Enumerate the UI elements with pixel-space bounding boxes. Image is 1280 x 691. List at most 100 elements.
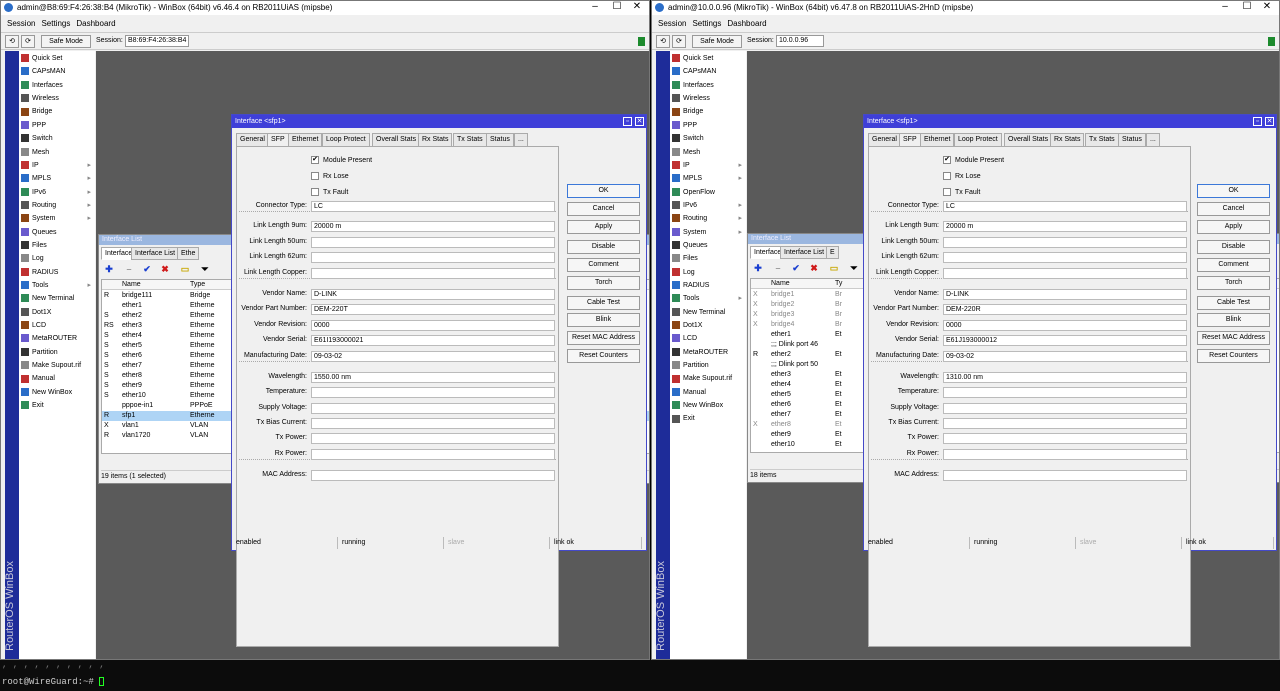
- redo-icon[interactable]: ⟳: [672, 35, 686, 48]
- tab-general[interactable]: General: [236, 133, 269, 147]
- session-field[interactable]: 10.0.0.96: [776, 35, 824, 47]
- checkbox-module-present[interactable]: ✔ Module Present: [311, 156, 372, 164]
- menu-item-system[interactable]: System ▸: [670, 226, 746, 239]
- close-icon[interactable]: ✕: [627, 1, 647, 12]
- tab-overall-stats[interactable]: Overall Stats: [372, 133, 421, 147]
- menu-item-new-winbox[interactable]: New WinBox: [19, 386, 95, 399]
- menu-item-ipv6[interactable]: IPv6 ▸: [19, 186, 95, 199]
- checkbox-rx-lose[interactable]: Rx Lose: [943, 172, 981, 180]
- menu-item-exit[interactable]: Exit: [19, 399, 95, 412]
- menu-item-metarouter[interactable]: MetaROUTER: [19, 332, 95, 345]
- menu-item-make-supout-rif[interactable]: Make Supout.rif: [670, 372, 746, 385]
- menu-dashboard[interactable]: Dashboard: [76, 19, 115, 28]
- menu-item-interfaces[interactable]: Interfaces: [19, 79, 95, 92]
- add-icon[interactable]: ✚: [752, 262, 764, 274]
- apply-button[interactable]: Apply: [567, 220, 640, 234]
- menu-item-files[interactable]: Files: [670, 252, 746, 265]
- menu-item-ipv6[interactable]: IPv6 ▸: [670, 199, 746, 212]
- menu-item-new-winbox[interactable]: New WinBox: [670, 399, 746, 412]
- menu-item-files[interactable]: Files: [19, 239, 95, 252]
- remove-icon[interactable]: –: [123, 263, 135, 275]
- maximize-icon[interactable]: ☐: [607, 1, 627, 12]
- menu-item-mpls[interactable]: MPLS ▸: [670, 172, 746, 185]
- filter-icon[interactable]: ⏷: [199, 263, 211, 275]
- menu-item-ppp[interactable]: PPP: [670, 119, 746, 132]
- tab-e[interactable]: E: [826, 246, 839, 259]
- tab-overall-stats[interactable]: Overall Stats: [1004, 133, 1053, 147]
- menu-item-mesh[interactable]: Mesh: [670, 146, 746, 159]
- tab-status[interactable]: Status: [486, 133, 514, 147]
- disable-icon[interactable]: ✖: [808, 262, 820, 274]
- enable-icon[interactable]: ✔: [141, 263, 153, 275]
- column-name-header[interactable]: Name: [122, 280, 141, 290]
- menu-item-exit[interactable]: Exit: [670, 412, 746, 425]
- restore-icon[interactable]: ▫: [623, 117, 632, 126]
- tab-interface-list[interactable]: Interface List: [131, 247, 180, 260]
- cable-test-button[interactable]: Cable Test: [567, 296, 640, 310]
- tab-loop-protect[interactable]: Loop Protect: [322, 133, 370, 147]
- tab-ethe[interactable]: Ethe: [177, 247, 200, 260]
- dialog-close-icon[interactable]: ✕: [635, 117, 644, 126]
- minimize-icon[interactable]: –: [585, 1, 605, 12]
- menu-item-bridge[interactable]: Bridge: [19, 105, 95, 118]
- menu-item-ppp[interactable]: PPP: [19, 119, 95, 132]
- menu-item-switch[interactable]: Switch: [670, 132, 746, 145]
- menu-item-dot1x[interactable]: Dot1X: [670, 319, 746, 332]
- menu-item-metarouter[interactable]: MetaROUTER: [670, 346, 746, 359]
- tab-rx-stats[interactable]: Rx Stats: [1050, 133, 1085, 147]
- menu-dashboard[interactable]: Dashboard: [727, 19, 766, 28]
- safe-mode-button[interactable]: Safe Mode: [692, 35, 742, 48]
- torch-button[interactable]: Torch: [1197, 276, 1270, 290]
- session-field[interactable]: B8:69:F4:26:38:B4: [125, 35, 189, 47]
- menu-item-dot1x[interactable]: Dot1X: [19, 306, 95, 319]
- tab-interface-list[interactable]: Interface List: [780, 246, 829, 259]
- menu-item-manual[interactable]: Manual: [19, 372, 95, 385]
- menu-item-system[interactable]: System ▸: [19, 212, 95, 225]
- menu-item-bridge[interactable]: Bridge: [670, 105, 746, 118]
- menu-item-capsman[interactable]: CAPsMAN: [19, 65, 95, 78]
- terminal-window[interactable]: , , , , , , , , , , root@WireGuard:~#: [0, 660, 1280, 691]
- reset-mac-address-button[interactable]: Reset MAC Address: [1197, 331, 1270, 345]
- menu-item-lcd[interactable]: LCD: [19, 319, 95, 332]
- minimize-icon[interactable]: –: [1215, 1, 1235, 12]
- menu-item-new-terminal[interactable]: New Terminal: [19, 292, 95, 305]
- tab-loop-protect[interactable]: Loop Protect: [954, 133, 1002, 147]
- menu-item-log[interactable]: Log: [670, 266, 746, 279]
- cancel-button[interactable]: Cancel: [567, 202, 640, 216]
- menu-item-radius[interactable]: RADIUS: [19, 266, 95, 279]
- menu-item-tools[interactable]: Tools ▸: [19, 279, 95, 292]
- torch-button[interactable]: Torch: [567, 276, 640, 290]
- filter-icon[interactable]: ⏷: [848, 262, 860, 274]
- close-icon[interactable]: ✕: [1257, 1, 1277, 12]
- cancel-button[interactable]: Cancel: [1197, 202, 1270, 216]
- checkbox-module-present[interactable]: ✔ Module Present: [943, 156, 1004, 164]
- ok-button[interactable]: OK: [1197, 184, 1270, 198]
- dialog-close-icon[interactable]: ✕: [1265, 117, 1274, 126]
- menu-item-capsman[interactable]: CAPsMAN: [670, 65, 746, 78]
- comment-button[interactable]: Comment: [567, 258, 640, 272]
- reset-counters-button[interactable]: Reset Counters: [567, 349, 640, 363]
- comment-icon[interactable]: ▭: [828, 262, 840, 274]
- redo-icon[interactable]: ⟳: [21, 35, 35, 48]
- menu-item-openflow[interactable]: OpenFlow: [670, 186, 746, 199]
- menu-item-partition[interactable]: Partition: [19, 346, 95, 359]
- menu-item-partition[interactable]: Partition: [670, 359, 746, 372]
- disable-button[interactable]: Disable: [1197, 240, 1270, 254]
- reset-mac-address-button[interactable]: Reset MAC Address: [567, 331, 640, 345]
- undo-icon[interactable]: ⟲: [656, 35, 670, 48]
- menu-item-new-terminal[interactable]: New Terminal: [670, 306, 746, 319]
- terminal-prompt-line[interactable]: root@WireGuard:~#: [2, 677, 105, 687]
- blink-button[interactable]: Blink: [1197, 313, 1270, 327]
- enable-icon[interactable]: ✔: [790, 262, 802, 274]
- column-name-header[interactable]: Name: [771, 279, 790, 289]
- blink-button[interactable]: Blink: [567, 313, 640, 327]
- menu-item-make-supout-rif[interactable]: Make Supout.rif: [19, 359, 95, 372]
- menu-session[interactable]: Session: [658, 19, 686, 28]
- safe-mode-button[interactable]: Safe Mode: [41, 35, 91, 48]
- column-type-header[interactable]: Ty: [835, 279, 842, 289]
- menu-item-ip[interactable]: IP ▸: [670, 159, 746, 172]
- checkbox-tx-fault[interactable]: Tx Fault: [943, 188, 980, 196]
- menu-item-quick-set[interactable]: Quick Set: [670, 52, 746, 65]
- comment-icon[interactable]: ▭: [179, 263, 191, 275]
- restore-icon[interactable]: ▫: [1253, 117, 1262, 126]
